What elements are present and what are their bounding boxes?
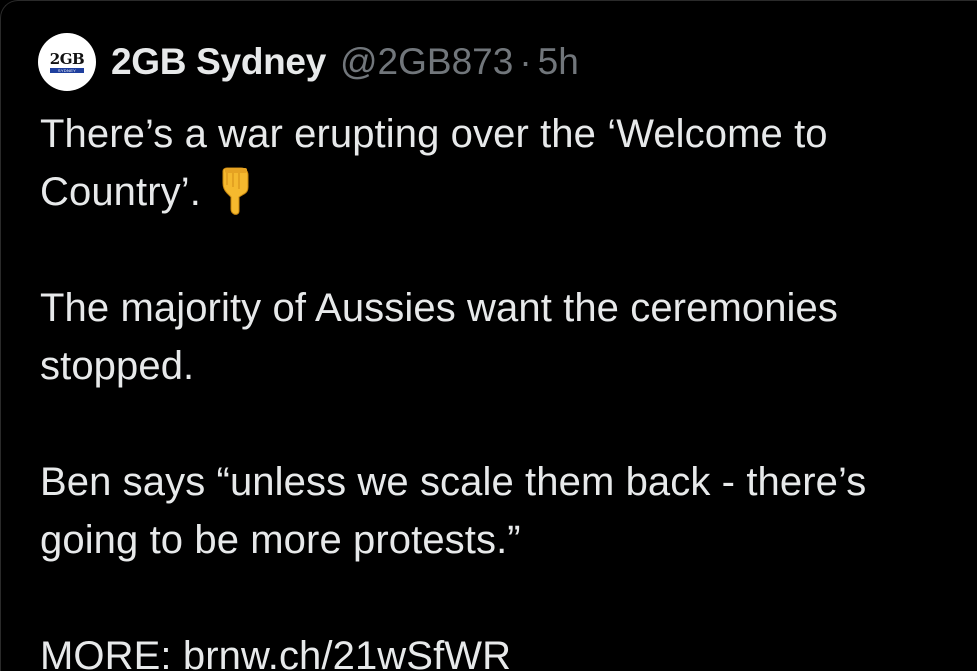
tweet-paragraph-1: There’s a war erupting over the ‘Welcome… (40, 105, 970, 221)
point-down-emoji-icon (215, 167, 255, 215)
user-handle[interactable]: @2GB873 (340, 41, 513, 83)
tweet-paragraph-3: Ben says “unless we scale them back - th… (40, 460, 867, 562)
avatar[interactable]: 2GB SYDNEY (38, 33, 96, 91)
display-name[interactable]: 2GB Sydney (111, 41, 326, 83)
tweet-header: 2GB SYDNEY 2GB Sydney @2GB873 · 5h (38, 33, 579, 91)
timestamp[interactable]: 5h (538, 41, 579, 83)
avatar-logo-subtext: SYDNEY (50, 67, 84, 73)
avatar-logo-text: 2GB (49, 49, 85, 68)
tweet-line-1: There’s a war erupting over the ‘Welcome… (40, 112, 828, 214)
tweet-paragraph-2: The majority of Aussies want the ceremon… (40, 286, 838, 388)
tweet-link[interactable]: brnw.ch/21wSfWR (183, 634, 511, 671)
tweet-text: There’s a war erupting over the ‘Welcome… (40, 105, 970, 671)
separator-dot: · (519, 41, 532, 82)
more-label: MORE: (40, 634, 172, 671)
tweet-card[interactable]: 2GB SYDNEY 2GB Sydney @2GB873 · 5h There… (0, 0, 977, 671)
tweet-link-line: MORE: brnw.ch/21wSfWR (40, 627, 970, 671)
